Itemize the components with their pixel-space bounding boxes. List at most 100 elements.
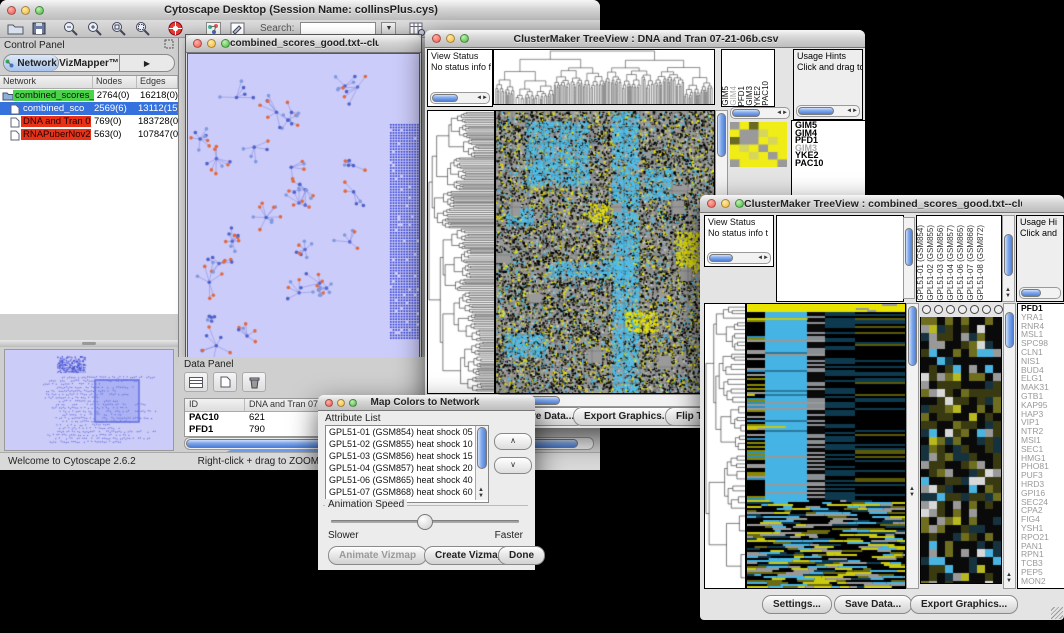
tv1-view-status-title: View Status <box>428 50 492 61</box>
zoom-window-icon[interactable] <box>35 6 44 15</box>
scroll-arrows-icon[interactable]: ◄► <box>776 110 788 116</box>
tv2-coltree-vscrollbar[interactable] <box>903 217 915 299</box>
save-icon[interactable] <box>30 21 48 36</box>
tv2-button-export-graphics[interactable]: Export Graphics... <box>910 595 1018 614</box>
resize-grip[interactable] <box>1051 607 1063 619</box>
zoom-selected-icon[interactable] <box>110 21 128 36</box>
tv2-mini-vscrollbar[interactable]: ▲▼ <box>1003 303 1016 589</box>
scroll-arrows-icon[interactable]: ▲▼ <box>478 487 484 499</box>
tabs-overflow-arrow-icon[interactable]: ▶ <box>119 55 174 71</box>
tv2-gene-list[interactable]: PFD1YRA1RNR4MSL1SPC98CLN1NIS1BUD4ELG1MAK… <box>1017 303 1064 589</box>
scroll-arrows-icon[interactable]: ▲▼ <box>1005 572 1013 584</box>
zoom-window-icon[interactable] <box>221 39 230 48</box>
col-edges[interactable]: Edges <box>137 76 178 88</box>
tv2-column-dendrogram-panel[interactable] <box>776 215 904 302</box>
attribute-list-item[interactable]: GPL51-02 (GSM855) heat shock 10 min <box>326 438 488 450</box>
minimize-icon[interactable] <box>337 399 345 407</box>
done-button[interactable]: Done <box>498 546 545 565</box>
control-panel-tabs: Network VizMapper™ ▶ <box>3 54 175 72</box>
tv2-row-dendrogram-canvas[interactable] <box>704 303 746 589</box>
zoom-window-icon[interactable] <box>349 399 357 407</box>
tv2-button-save-data[interactable]: Save Data... <box>834 595 912 614</box>
main-titlebar[interactable]: Cytoscape Desktop (Session Name: collins… <box>0 0 600 21</box>
tv1-status-hscrollbar[interactable]: ◄► <box>430 92 490 104</box>
scroll-arrows-icon[interactable]: ◄► <box>476 95 488 101</box>
col-network[interactable]: Network <box>0 76 93 88</box>
close-icon[interactable] <box>7 6 16 15</box>
animation-speed-label: Animation Speed <box>325 499 407 510</box>
col-id[interactable]: ID <box>185 399 245 411</box>
move-up-button[interactable]: ∧ <box>494 433 532 450</box>
attribute-select-icon[interactable] <box>184 372 208 392</box>
tv1-usage-hints-title: Usage Hints <box>794 50 862 61</box>
tv1-column-dendrogram-canvas[interactable] <box>493 49 715 105</box>
zoom-window-icon[interactable] <box>735 199 744 208</box>
network-row[interactable]: combined_scores_2764(0)16218(0) <box>0 89 178 102</box>
scroll-arrows-icon[interactable]: ◄► <box>846 108 858 114</box>
tab-vizmapper[interactable]: VizMapper™ <box>59 55 119 71</box>
close-icon[interactable] <box>432 34 441 43</box>
tv1-row-dendrogram-canvas[interactable] <box>427 110 495 394</box>
treeview2-titlebar[interactable]: ClusterMaker TreeView : combined_scores_… <box>700 195 1064 213</box>
scroll-arrows-icon[interactable]: ▲▼ <box>908 486 916 498</box>
col-nodes[interactable]: Nodes <box>93 76 137 88</box>
window-controls[interactable] <box>7 6 44 15</box>
zoom-window-icon[interactable] <box>460 34 469 43</box>
zoom-fit-icon[interactable] <box>134 21 152 36</box>
scroll-arrows-icon[interactable]: ◄► <box>757 255 769 261</box>
help-lifering-icon[interactable] <box>166 21 184 36</box>
tv2-heatmap-canvas[interactable] <box>746 303 906 589</box>
network-name: combined_sco <box>21 103 91 114</box>
network-row[interactable]: RNAPuberNov2+563(0)107847(0) <box>0 128 178 141</box>
new-attribute-icon[interactable] <box>213 372 237 392</box>
tv2-status-hscrollbar[interactable]: ◄► <box>707 252 771 264</box>
attribute-list-item[interactable]: GPL51-03 (GSM856) heat shock 15 min <box>326 450 488 462</box>
tv2-button-settings[interactable]: Settings... <box>762 595 832 614</box>
slider-thumb[interactable] <box>417 514 433 530</box>
attribute-list-item[interactable]: GPL51-07 (GSM868) heat shock 60 min <box>326 486 488 498</box>
tv1-hints-hscrollbar[interactable]: ◄► <box>796 105 860 117</box>
attribute-list-item[interactable]: GPL51-01 (GSM854) heat shock 05 min <box>326 426 488 438</box>
treeview1-titlebar[interactable]: ClusterMaker TreeView : DNA and Tran 07-… <box>425 30 865 48</box>
attribute-list-item[interactable]: GPL51-06 (GSM865) heat shock 40 min <box>326 474 488 486</box>
tv2-heatmap-vscrollbar[interactable]: ▲▼ <box>906 303 919 589</box>
float-panel-icon[interactable] <box>164 39 174 52</box>
network-view-titlebar[interactable]: combined_scores_good.txt--cluste... <box>186 35 421 53</box>
tv2-labels-vscrollbar[interactable]: ▲▼ <box>1002 215 1015 302</box>
close-icon[interactable] <box>193 39 202 48</box>
tv1-heatmap-canvas[interactable] <box>495 110 715 394</box>
dialog-titlebar[interactable]: Map Colors to Network <box>318 395 535 411</box>
tv1-column-labels: GIM5GIM4PFD1GIM3YKE2PAC10 <box>721 49 775 107</box>
close-icon[interactable] <box>707 199 716 208</box>
gene-list-item[interactable]: MON2 <box>1021 577 1064 586</box>
attribute-list-vscrollbar[interactable]: ▲▼ <box>475 426 488 500</box>
main-window-title: Cytoscape Desktop (Session Name: collins… <box>44 4 558 16</box>
animate-vizmap-button[interactable]: Animate Vizmap <box>328 546 427 565</box>
close-icon[interactable] <box>325 399 333 407</box>
minimize-icon[interactable] <box>721 199 730 208</box>
tv2-hints-hscrollbar[interactable] <box>1019 287 1061 299</box>
minimize-icon[interactable] <box>207 39 216 48</box>
tv2-usage-hints-text: Click and <box>1017 227 1063 238</box>
birdseye-view-canvas[interactable] <box>4 349 174 451</box>
panel-divider-handle[interactable] <box>0 340 178 347</box>
scroll-arrows-icon[interactable]: ▲▼ <box>1004 287 1012 299</box>
delete-attribute-icon[interactable] <box>242 372 266 392</box>
network-canvas[interactable] <box>187 53 420 358</box>
zoom-in-icon[interactable] <box>86 21 104 36</box>
zoom-out-icon[interactable] <box>62 21 80 36</box>
tv2-mini-heatmap-canvas[interactable] <box>920 317 1002 584</box>
network-row[interactable]: DNA and Tran 07769(0)183728(0) <box>0 115 178 128</box>
minimize-icon[interactable] <box>446 34 455 43</box>
animation-speed-slider[interactable] <box>331 520 519 523</box>
network-edges: 183728(0) <box>135 116 176 127</box>
tv1-mini-hscrollbar[interactable]: ◄► <box>730 107 790 119</box>
tab-network[interactable]: Network <box>4 55 59 71</box>
network-row[interactable]: combined_sco2569(6)13112(15) <box>0 102 178 115</box>
tv2-usage-hints-title: Usage Hi <box>1017 216 1063 227</box>
minimize-icon[interactable] <box>21 6 30 15</box>
move-down-button[interactable]: ∨ <box>494 457 532 474</box>
attribute-list-item[interactable]: GPL51-04 (GSM857) heat shock 20 min <box>326 462 488 474</box>
open-file-icon[interactable] <box>6 21 24 36</box>
tv1-mini-heatmap-canvas[interactable] <box>730 122 787 167</box>
